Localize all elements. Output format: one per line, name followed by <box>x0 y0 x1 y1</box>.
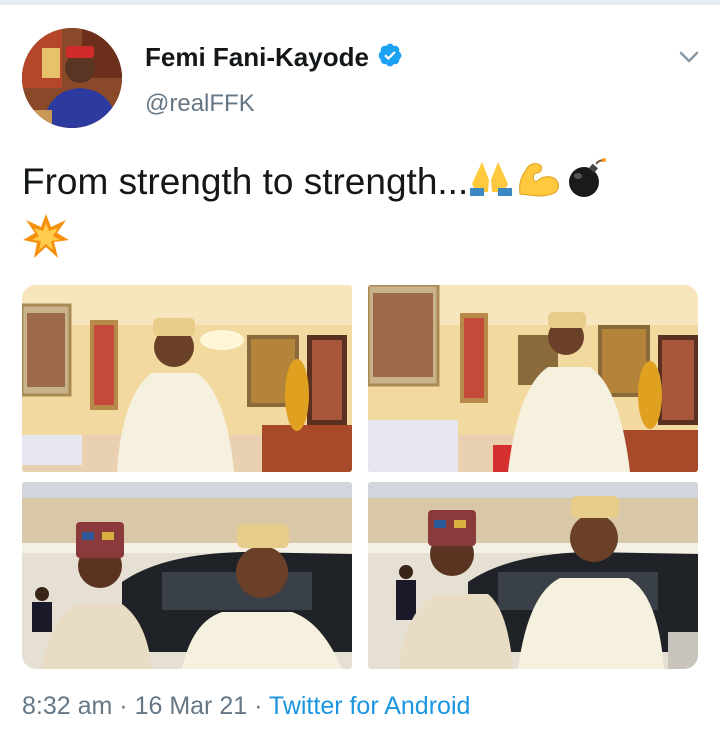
author-name[interactable]: Femi Fani-Kayode <box>145 42 369 73</box>
separator: · <box>254 692 263 720</box>
verified-badge-icon <box>377 42 403 73</box>
photo-3[interactable] <box>22 482 352 669</box>
avatar[interactable] <box>22 28 122 128</box>
tweet-text: From strength to strength... <box>22 160 469 202</box>
tweet-source-link[interactable]: Twitter for Android <box>269 692 470 720</box>
bomb-emoji <box>564 156 608 212</box>
folded-hands-emoji <box>468 158 514 210</box>
author-handle[interactable]: @realFFK <box>145 90 255 118</box>
tweet-footer: 8:32 am · 16 Mar 21 · Twitter for Androi… <box>22 692 470 721</box>
flexed-biceps-emoji <box>514 158 564 210</box>
media-grid <box>22 285 698 669</box>
collision-emoji <box>22 212 70 272</box>
tweet-text-block: From strength to strength... <box>22 156 702 272</box>
tweet-date[interactable]: 16 Mar 21 <box>135 692 248 720</box>
photo-1[interactable] <box>22 285 352 472</box>
photo-4[interactable] <box>368 482 698 669</box>
separator: · <box>119 692 128 720</box>
chevron-down-icon[interactable] <box>676 44 702 70</box>
photo-2[interactable] <box>368 285 698 472</box>
top-divider <box>0 0 720 5</box>
tweet-time[interactable]: 8:32 am <box>22 692 112 720</box>
